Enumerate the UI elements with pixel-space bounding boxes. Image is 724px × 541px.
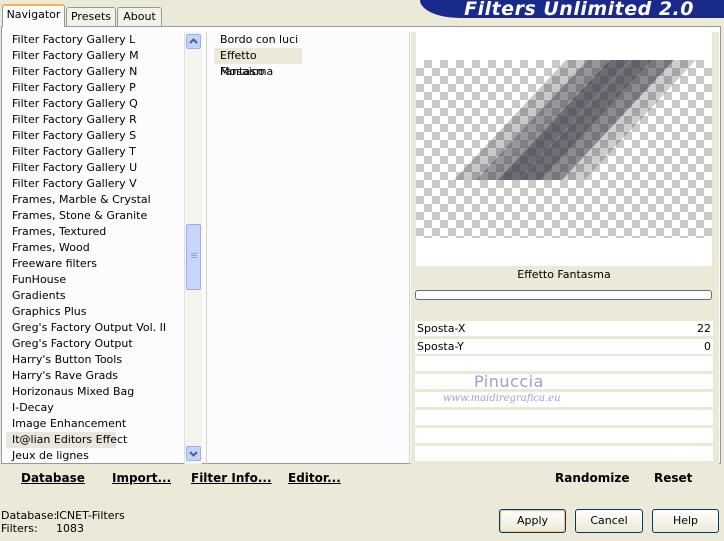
editor-button[interactable]: Editor... — [288, 471, 341, 485]
category-item[interactable]: Filter Factory Gallery P — [6, 80, 184, 96]
filter-list[interactable]: Bordo con luci Effetto Fantasma Mosaico — [214, 32, 408, 80]
param-row-empty — [415, 446, 713, 462]
status-value: 1083 — [56, 522, 84, 535]
category-item[interactable]: Frames, Stone & Granite — [6, 208, 184, 224]
tab-navigator[interactable]: Navigator — [2, 4, 65, 27]
status-database: Database: ICNET-Filters — [1, 509, 125, 522]
category-item[interactable]: Jeux de lignes — [6, 448, 184, 464]
ghost-effect-image — [454, 60, 696, 180]
category-item[interactable]: Filter Factory Gallery V — [6, 176, 184, 192]
category-item[interactable]: Frames, Wood — [6, 240, 184, 256]
param-value: 22 — [697, 322, 711, 335]
preview-margin — [416, 32, 712, 60]
param-row-empty — [415, 428, 713, 444]
category-item[interactable]: Filter Factory Gallery N — [6, 64, 184, 80]
cancel-button[interactable]: Cancel — [575, 509, 643, 533]
category-list[interactable]: Filter Factory Gallery L Filter Factory G… — [6, 32, 184, 464]
param-row-empty — [415, 356, 713, 372]
filter-item[interactable]: Mosaico — [214, 64, 408, 80]
param-label: Sposta-Y — [417, 340, 464, 353]
category-item[interactable]: FunHouse — [6, 272, 184, 288]
category-item[interactable]: Filter Factory Gallery S — [6, 128, 184, 144]
category-item[interactable]: Gradients — [6, 288, 184, 304]
category-item[interactable]: It@lian Editors Effect — [6, 432, 127, 448]
tab-about[interactable]: About — [117, 7, 162, 26]
param-row-sposta-y[interactable]: Sposta-Y 0 — [415, 339, 713, 355]
category-item[interactable]: Freeware filters — [6, 256, 184, 272]
filter-item[interactable]: Bordo con luci — [214, 32, 408, 48]
param-row-empty — [415, 374, 713, 390]
status-label: Database: — [1, 509, 58, 522]
category-item[interactable]: Filter Factory Gallery U — [6, 160, 184, 176]
category-item[interactable]: Greg's Factory Output Vol. II — [6, 320, 184, 336]
divider — [409, 32, 410, 464]
filter-item[interactable]: Effetto Fantasma — [214, 48, 302, 78]
status-filters: Filters: 1083 — [1, 522, 84, 535]
category-item[interactable]: Frames, Marble & Crystal — [6, 192, 184, 208]
preview-margin — [416, 238, 712, 266]
status-value: ICNET-Filters — [56, 509, 125, 522]
preview-filter-name: Effetto Fantasma — [517, 268, 611, 281]
help-button[interactable]: Help — [652, 509, 719, 533]
apply-button[interactable]: Apply — [499, 509, 566, 533]
param-value: 0 — [704, 340, 711, 353]
param-row-sposta-x[interactable]: Sposta-X 22 — [415, 321, 713, 337]
category-item[interactable]: Greg's Factory Output — [6, 336, 184, 352]
category-scrollbar[interactable] — [184, 32, 202, 464]
watermark-url: www.maidiregrafica.eu — [443, 393, 561, 404]
filter-info-button[interactable]: Filter Info... — [191, 471, 272, 485]
reset-button[interactable]: Reset — [654, 471, 692, 485]
category-item[interactable]: Horizonaus Mixed Bag — [6, 384, 184, 400]
category-item[interactable]: Filter Factory Gallery L — [6, 32, 184, 48]
randomize-button[interactable]: Randomize — [555, 471, 629, 485]
status-label: Filters: — [1, 522, 38, 535]
category-item[interactable]: Frames, Textured — [6, 224, 184, 240]
category-item[interactable]: Harry's Button Tools — [6, 352, 184, 368]
import-button[interactable]: Import... — [112, 471, 171, 485]
app-title-banner: Filters Unlimited 2.0 — [420, 0, 724, 19]
category-item[interactable]: Filter Factory Gallery R — [6, 112, 184, 128]
progress-bar — [415, 290, 712, 300]
scroll-up-button[interactable] — [186, 34, 201, 49]
category-item[interactable]: Image Enhancement — [6, 416, 184, 432]
category-item[interactable]: I-Decay — [6, 400, 184, 416]
param-row-empty — [415, 410, 713, 426]
scroll-down-button[interactable] — [186, 446, 201, 461]
database-button[interactable]: Database — [21, 471, 85, 485]
category-item[interactable]: Filter Factory Gallery T — [6, 144, 184, 160]
tab-presets[interactable]: Presets — [66, 7, 116, 26]
category-item[interactable]: Harry's Rave Grads — [6, 368, 184, 384]
watermark-name: Pinuccia — [474, 372, 544, 391]
divider — [206, 32, 207, 464]
preview-image — [416, 60, 712, 238]
category-item[interactable]: Graphics Plus — [6, 304, 184, 320]
category-item[interactable]: Filter Factory Gallery Q — [6, 96, 184, 112]
category-item[interactable]: Filter Factory Gallery M — [6, 48, 184, 64]
scroll-thumb[interactable] — [186, 224, 201, 290]
chevron-down-icon — [189, 451, 198, 457]
param-label: Sposta-X — [417, 322, 466, 335]
grip-icon — [191, 253, 197, 254]
chevron-up-icon — [189, 38, 198, 44]
